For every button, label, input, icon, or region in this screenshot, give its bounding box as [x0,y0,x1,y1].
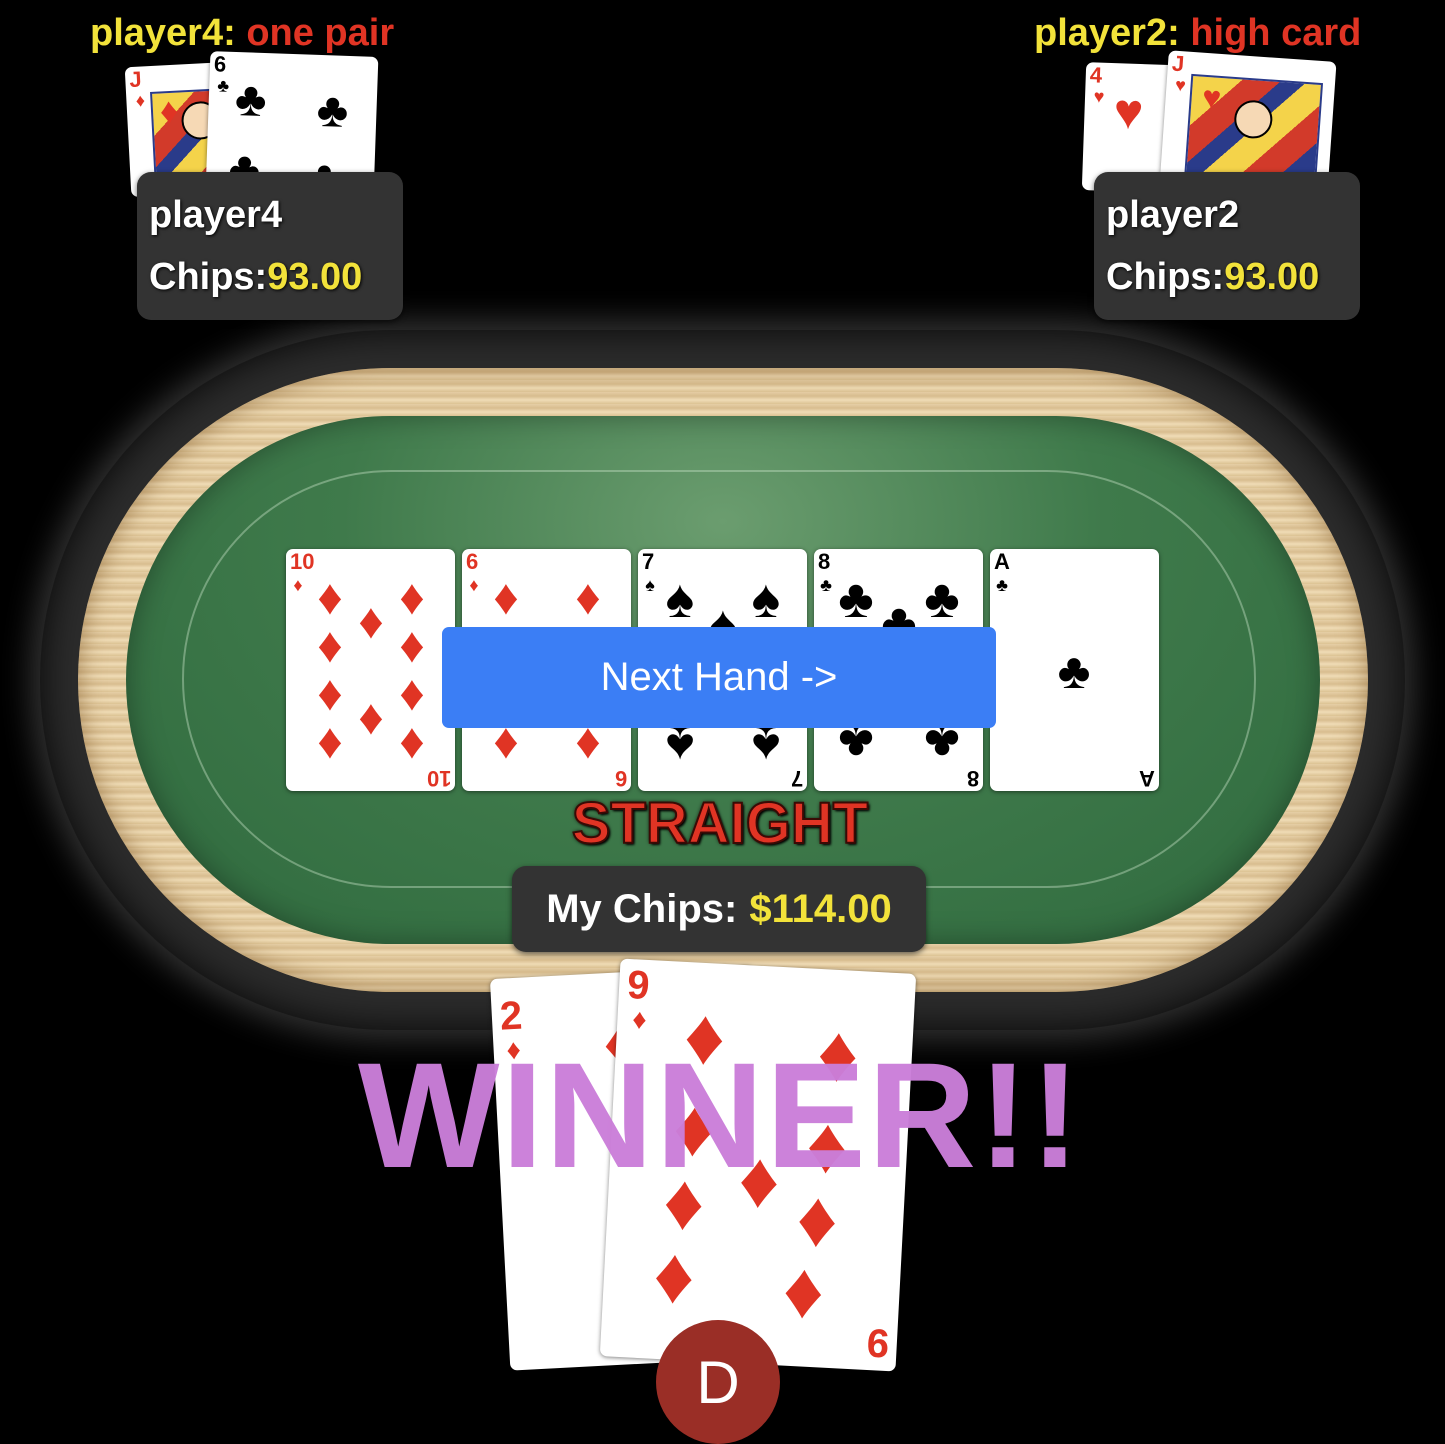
diamond-icon: ♦ [780,1244,827,1336]
my-chips-box: My Chips: $114.00 [512,866,926,952]
player4-hand-result: player4: one pair [90,12,394,55]
diamond-icon: ♦ [493,569,519,625]
heart-icon: ♥ [1201,78,1223,117]
player2-chips: Chips:93.00 [1106,256,1319,299]
card-rank: 9 [626,962,651,1009]
player2-chips-label: Chips: [1106,256,1225,298]
card-rank-bottom: 7 [790,766,803,791]
card-rank: 7 [642,549,655,574]
card-rank: 6 [213,51,227,77]
heart-icon: ♥ [1174,74,1187,96]
player4-info-box: player4 Chips:93.00 [137,172,403,320]
card-rank-bottom: A [1139,766,1155,791]
player4-chips-label: Chips: [149,256,268,298]
player2-hand-label: player2: [1034,12,1180,54]
card-rank: 6 [466,549,479,574]
my-hand-result: STRAIGHT [571,790,869,857]
player2-hand-value: high card [1190,12,1362,54]
card-rank-bottom: 6 [614,766,627,791]
diamond-icon: ♦ [399,617,425,673]
diamond-icon: ♦ [358,593,384,649]
next-hand-button[interactable]: Next Hand -> [442,627,996,728]
card-rank-bottom: 9 [865,1319,891,1366]
community-card-1: 10 ♦ 10 ♦ ♦ ♦ ♦ ♦ ♦ ♦ ♦ ♦ ♦ [286,549,455,791]
heart-icon: ♥ [1093,86,1105,107]
club-icon: ♣ [838,569,874,629]
player2-hand-result: player2: high card [1034,12,1361,55]
my-chips-label: My Chips: [546,886,738,931]
diamond-icon: ♦ [317,617,343,673]
player2-name: player2 [1106,194,1240,236]
player4-hand-value: one pair [246,12,395,54]
spade-icon: ♠ [645,575,655,595]
diamond-icon: ♦ [651,1229,697,1321]
diamond-icon: ♦ [293,575,303,595]
winner-banner: WINNER!! [357,1031,1083,1199]
player2-info-box: player2 Chips:93.00 [1094,172,1360,320]
player4-chips: Chips:93.00 [149,256,362,299]
card-rank: 4 [1089,62,1103,88]
diamond-icon: ♦ [358,689,384,745]
card-rank: A [994,549,1010,574]
club-icon: ♣ [924,569,960,629]
diamond-icon: ♦ [317,569,343,625]
player2-chips-value: 93.00 [1224,256,1320,298]
spade-icon: ♠ [665,569,695,629]
jack-head [1233,99,1274,140]
club-icon: ♣ [996,575,1008,595]
card-rank-bottom: 8 [966,766,979,791]
player4-chips-value: 93.00 [267,256,363,298]
community-card-5: A ♣ A ♣ [990,549,1159,791]
player4-name: player4 [149,194,283,236]
heart-icon: ♥ [1112,83,1145,141]
dealer-button: D [656,1320,780,1444]
club-icon: ♣ [315,83,350,138]
card-rank: 10 [290,549,315,574]
card-rank: 8 [818,549,831,574]
club-icon: ♣ [820,575,832,595]
player4-hand-label: player4: [90,12,236,54]
card-rank: J [1171,50,1186,77]
diamond-icon: ♦ [399,665,425,721]
club-icon: ♣ [217,75,230,96]
diamond-icon: ♦ [399,713,425,769]
diamond-icon: ♦ [399,569,425,625]
diamond-icon: ♦ [158,89,180,132]
club-icon: ♣ [1057,643,1091,699]
diamond-icon: ♦ [317,713,343,769]
diamond-icon: ♦ [469,575,479,595]
diamond-icon: ♦ [631,1003,648,1035]
diamond-icon: ♦ [135,90,146,111]
diamond-icon: ♦ [575,569,601,625]
diamond-icon: ♦ [317,665,343,721]
card-rank-bottom: 10 [426,766,451,791]
card-rank: J [128,66,143,93]
my-chips-value: $114.00 [749,886,892,931]
club-icon: ♣ [234,73,268,128]
spade-icon: ♠ [751,569,781,629]
